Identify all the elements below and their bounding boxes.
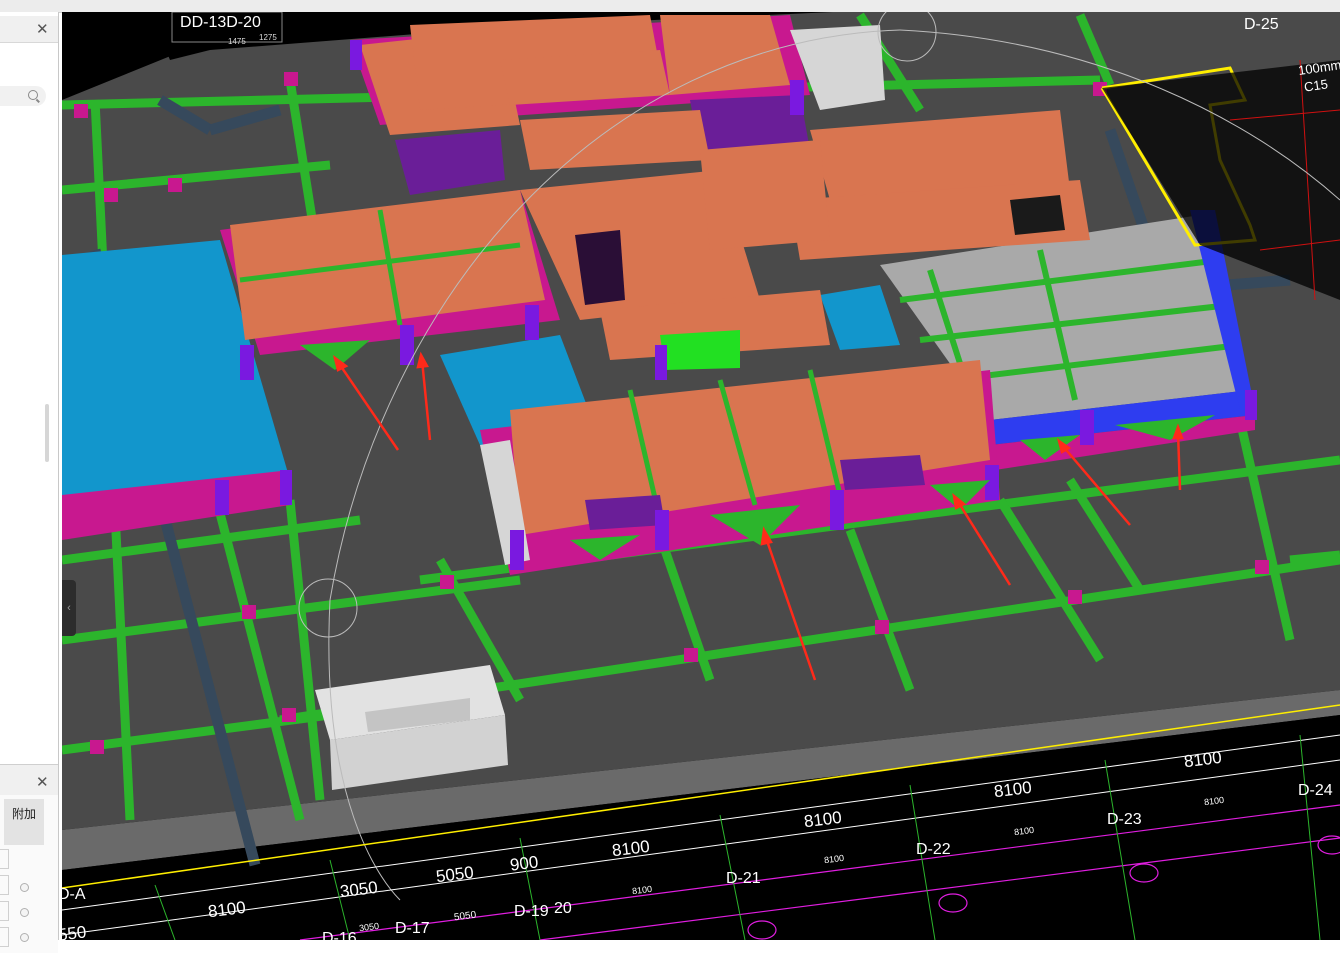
property-panel: ✕ 附加 [0,764,58,953]
radio-button[interactable] [20,883,29,892]
slab-orange [700,140,830,250]
left-panel: ✕ ✕ 附加 [0,12,59,953]
axis-label-prefix: D [180,14,192,31]
search-icon[interactable] [28,90,38,100]
axis-label: 20 [554,900,572,917]
close-icon[interactable]: ✕ [36,22,49,37]
axis-label: D-16 [322,930,357,940]
axis-label: D-17 [395,920,430,937]
opening [1010,195,1065,235]
model-canvas[interactable] [62,12,1340,940]
scrollbar[interactable] [45,404,49,462]
dim-label-partial: 550 [62,922,88,940]
slab-orange [660,15,790,95]
collapse-panel-button[interactable]: ‹ [62,580,76,636]
axis-label: D-21 [726,870,761,887]
axis-label-top-right: D-25 [1244,16,1279,33]
dim-small-top-2: 1275 [259,33,277,42]
dim-label: 900 [508,852,540,875]
slab-purple [840,455,925,490]
tab-addon[interactable]: 附加 [4,799,44,845]
chevron-left-icon: ‹ [67,602,71,614]
slab-orange [520,110,710,170]
axis-label-top-left: DD-13D-20 [180,14,261,32]
axis-label: D-13 [191,14,227,31]
axis-label: D-22 [916,841,951,858]
close-icon[interactable]: ✕ [36,775,49,790]
panel-header: ✕ [0,16,58,43]
axis-label: D-19 [514,903,549,920]
axis-label: D-A [62,886,86,903]
dim-small-top-1: 1475 [228,37,246,46]
axis-label: D-20 [226,14,261,31]
property-panel-header: ✕ [0,765,58,795]
radio-button[interactable] [20,908,29,917]
search-input[interactable] [0,86,46,106]
table-row[interactable] [0,927,9,947]
radio-button[interactable] [20,933,29,942]
table-row[interactable] [0,849,9,869]
table-row[interactable] [0,875,9,895]
table-row[interactable] [0,901,9,921]
3d-model-viewport[interactable]: DD-13D-20 D-25 1475 1275 100mm C15 8100 … [62,12,1340,940]
beam-green-bright [660,330,740,370]
axis-label: D-24 [1298,782,1333,799]
axis-label: D-23 [1107,811,1142,828]
slab-purple [585,495,665,530]
